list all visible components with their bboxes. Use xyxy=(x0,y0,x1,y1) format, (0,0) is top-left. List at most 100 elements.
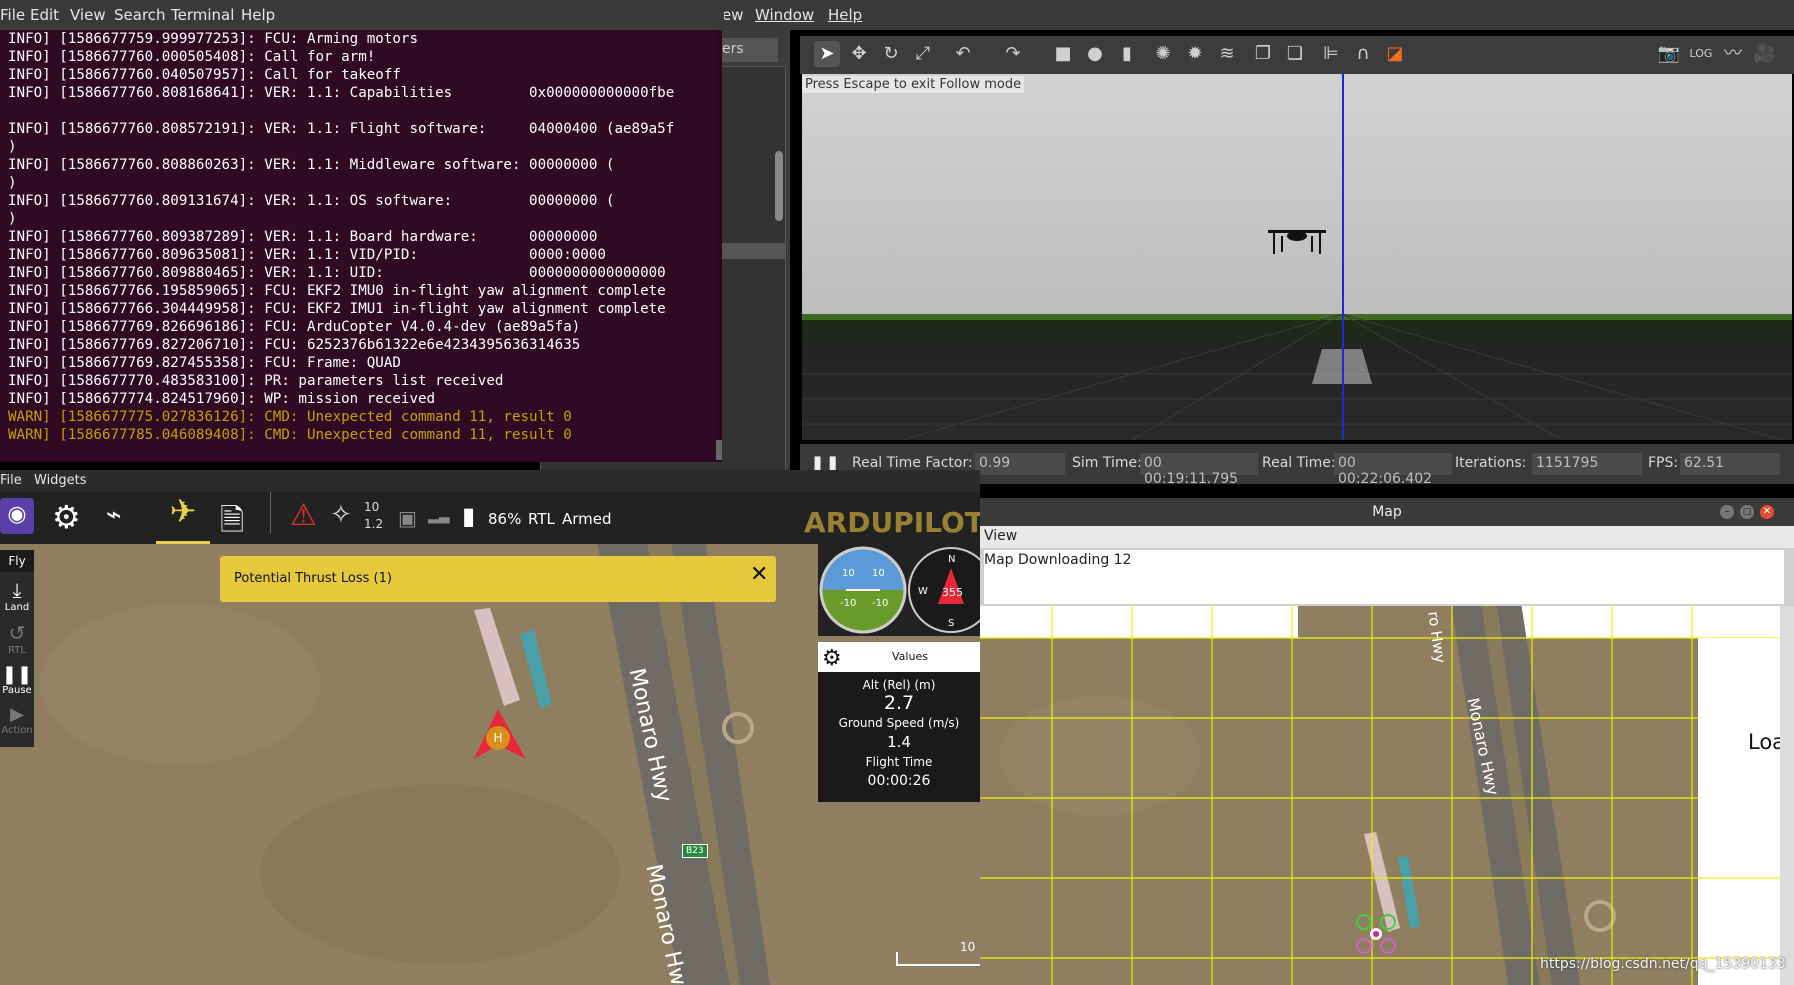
analyze-icon[interactable]: 🗎 xyxy=(220,498,244,549)
terminal-info-line: INFO] [1586677760.808572191]: VER: 1.1: … xyxy=(8,121,675,137)
copy-icon[interactable]: ❐ xyxy=(1250,41,1276,67)
terminal-info-line: INFO] [1586677769.826696186]: FCU: ArduC… xyxy=(8,319,581,335)
translate-icon[interactable]: ✥ xyxy=(846,41,872,67)
map-menubar: View xyxy=(980,526,1794,548)
terminal-menu-terminal[interactable]: Terminal xyxy=(171,6,234,24)
maximize-icon[interactable]: □ xyxy=(1740,505,1754,519)
gazebo-3d-viewport[interactable]: Press Escape to exit Follow mode xyxy=(802,74,1792,440)
fly-view-icon[interactable]: ✈ xyxy=(156,492,210,544)
redo-icon[interactable]: ↷ xyxy=(1000,41,1026,67)
paste-icon[interactable]: ❏ xyxy=(1282,41,1308,67)
terminal-info-line xyxy=(8,102,722,120)
qgc-logo-icon[interactable]: ◉ xyxy=(0,498,34,534)
gps-satellite-icon[interactable]: ✧ xyxy=(330,500,352,530)
iterations-value: 1151795 xyxy=(1532,453,1642,475)
terminal-info-line: INFO] [1586677760.809387289]: VER: 1.1: … xyxy=(8,229,598,245)
terminal-menubar: File Edit View Search Terminal Help xyxy=(0,0,724,30)
terminal-warn-line: WARN] [1586677785.046089408]: CMD: Unexp… xyxy=(8,427,572,443)
map-window-title: Map xyxy=(980,498,1794,526)
terminal-info-line: INFO] [1586677760.808860263]: VER: 1.1: … xyxy=(8,157,615,173)
box-shape-icon[interactable]: ■ xyxy=(1050,41,1076,67)
pause-label[interactable]: Pause xyxy=(0,685,34,696)
gazebo-menu-help[interactable]: Help xyxy=(828,6,862,24)
terminal-output[interactable]: INFO] [1586677759.999977253]: FCU: Armin… xyxy=(0,30,722,462)
qgc-menu-file[interactable]: File xyxy=(0,473,22,488)
map-menu-view[interactable]: View xyxy=(984,528,1017,544)
view-angle-icon[interactable]: ◪ xyxy=(1382,41,1408,67)
terminal-menu-search[interactable]: Search xyxy=(114,6,166,24)
terminal-info-line: INFO] [1586677769.827206710]: FCU: 62523… xyxy=(8,337,581,353)
spot-light-icon[interactable]: ✹ xyxy=(1182,41,1208,67)
real-time-label: Real Time: xyxy=(1262,455,1336,471)
scale-bar xyxy=(896,952,980,966)
terminal-warn-line: WARN] [1586677775.027836126]: CMD: Unexp… xyxy=(8,409,572,425)
flight-mode[interactable]: RTL xyxy=(528,510,555,528)
terminal-info-line: INFO] [1586677760.809880465]: VER: 1.1: … xyxy=(8,265,666,281)
terminal-info-line: INFO] [1586677760.808168641]: VER: 1.1: … xyxy=(8,85,675,101)
action-label[interactable]: Action xyxy=(0,725,34,736)
land-label[interactable]: Land xyxy=(0,602,34,613)
sim-time-value: 00 00:19:11.795 xyxy=(1140,453,1258,487)
scale-icon[interactable]: ⤢ xyxy=(910,41,936,67)
values-settings-gear-icon[interactable]: ⚙ xyxy=(822,646,842,671)
map-canvas[interactable]: ro Hwy Monaro Hwy Loa xyxy=(980,606,1780,985)
action-icon[interactable]: ▶ xyxy=(0,704,34,725)
align-icon[interactable]: ⊫ xyxy=(1318,41,1344,67)
close-icon[interactable]: ✕ xyxy=(750,562,768,587)
gazebo-menu-view[interactable]: ew xyxy=(722,6,744,24)
terminal-menu-help[interactable]: Help xyxy=(241,6,275,24)
iterations-label: Iterations: xyxy=(1455,455,1527,471)
follow-mode-hint: Press Escape to exit Follow mode xyxy=(802,76,1025,93)
minimize-icon[interactable]: – xyxy=(1720,505,1734,519)
plan-view-icon[interactable]: ⌁ xyxy=(106,500,122,530)
fps-label: FPS: xyxy=(1648,455,1679,471)
rc-icon[interactable]: ▣ xyxy=(398,506,417,530)
real-time-value: 00 00:22:06.402 xyxy=(1334,453,1452,487)
map-status-box: Map Downloading 12 xyxy=(984,550,1784,604)
gazebo-menu-window[interactable]: Window xyxy=(755,6,814,24)
ardupilot-logo: ARDUPILOT xyxy=(804,506,984,539)
terminal-scrollbar[interactable] xyxy=(716,30,722,462)
terminal-info-line: INFO] [1586677766.195859065]: FCU: EKF2 … xyxy=(8,283,666,299)
map-loading-text: Loa xyxy=(1748,730,1780,754)
terminal-menu-edit[interactable]: Edit xyxy=(30,6,59,24)
point-light-icon[interactable]: ✺ xyxy=(1150,41,1176,67)
terminal-info-line: ) xyxy=(8,139,17,155)
armed-status[interactable]: Armed xyxy=(562,510,612,528)
plot-icon[interactable]: 〰 xyxy=(1720,41,1746,67)
flight-time-label: Flight Time xyxy=(865,755,933,769)
select-arrow-icon[interactable]: ➤ xyxy=(814,41,840,67)
qgc-menu-widgets[interactable]: Widgets xyxy=(34,473,87,488)
rtl-label[interactable]: RTL xyxy=(0,645,34,656)
drone-model[interactable] xyxy=(1262,226,1332,256)
scrollbar[interactable] xyxy=(775,151,783,221)
pause-action-icon[interactable]: ❚❚ xyxy=(0,664,34,685)
land-icon[interactable]: ⤓ xyxy=(0,578,34,602)
rtl-icon[interactable]: ↺ xyxy=(0,621,34,645)
undo-icon[interactable]: ↶ xyxy=(950,41,976,67)
terminal-menu-view[interactable]: View xyxy=(70,6,106,24)
cylinder-shape-icon[interactable]: ▮ xyxy=(1114,41,1140,67)
terminal-info-line: INFO] [1586677770.483583100]: PR: parame… xyxy=(8,373,504,389)
log-icon[interactable]: LOG xyxy=(1688,41,1714,67)
ground-speed-value: 1.4 xyxy=(887,733,911,751)
snap-icon[interactable]: ∩ xyxy=(1350,41,1376,67)
rotate-icon[interactable]: ↻ xyxy=(878,41,904,67)
alt-label: Alt (Rel) (m) xyxy=(862,678,936,692)
svg-text:10: 10 xyxy=(872,568,885,579)
home-marker[interactable]: H xyxy=(486,726,510,750)
video-icon[interactable]: 🎥 xyxy=(1752,41,1778,67)
battery-icon[interactable]: ▮ xyxy=(462,502,475,530)
screenshot-icon[interactable]: 📷 xyxy=(1656,41,1682,67)
thrust-loss-alert[interactable]: Potential Thrust Loss (1) ✕ xyxy=(220,556,776,602)
window-close-icon[interactable]: ✕ xyxy=(1760,505,1774,519)
map-scrollbar[interactable] xyxy=(1780,606,1794,985)
settings-gear-icon[interactable]: ⚙ xyxy=(52,498,81,536)
directional-light-icon[interactable]: ≋ xyxy=(1214,41,1240,67)
terminal-info-line: INFO] [1586677760.809635081]: VER: 1.1: … xyxy=(8,247,606,263)
sphere-shape-icon[interactable]: ● xyxy=(1082,41,1108,67)
terminal-menu-file[interactable]: File xyxy=(0,6,25,24)
terminal-info-line: INFO] [1586677760.040507957]: Call for t… xyxy=(8,67,401,83)
warning-icon[interactable]: ⚠ xyxy=(290,498,317,533)
map-window: Map – □ ✕ View Map Downloading 12 ro Hwy… xyxy=(980,498,1794,985)
